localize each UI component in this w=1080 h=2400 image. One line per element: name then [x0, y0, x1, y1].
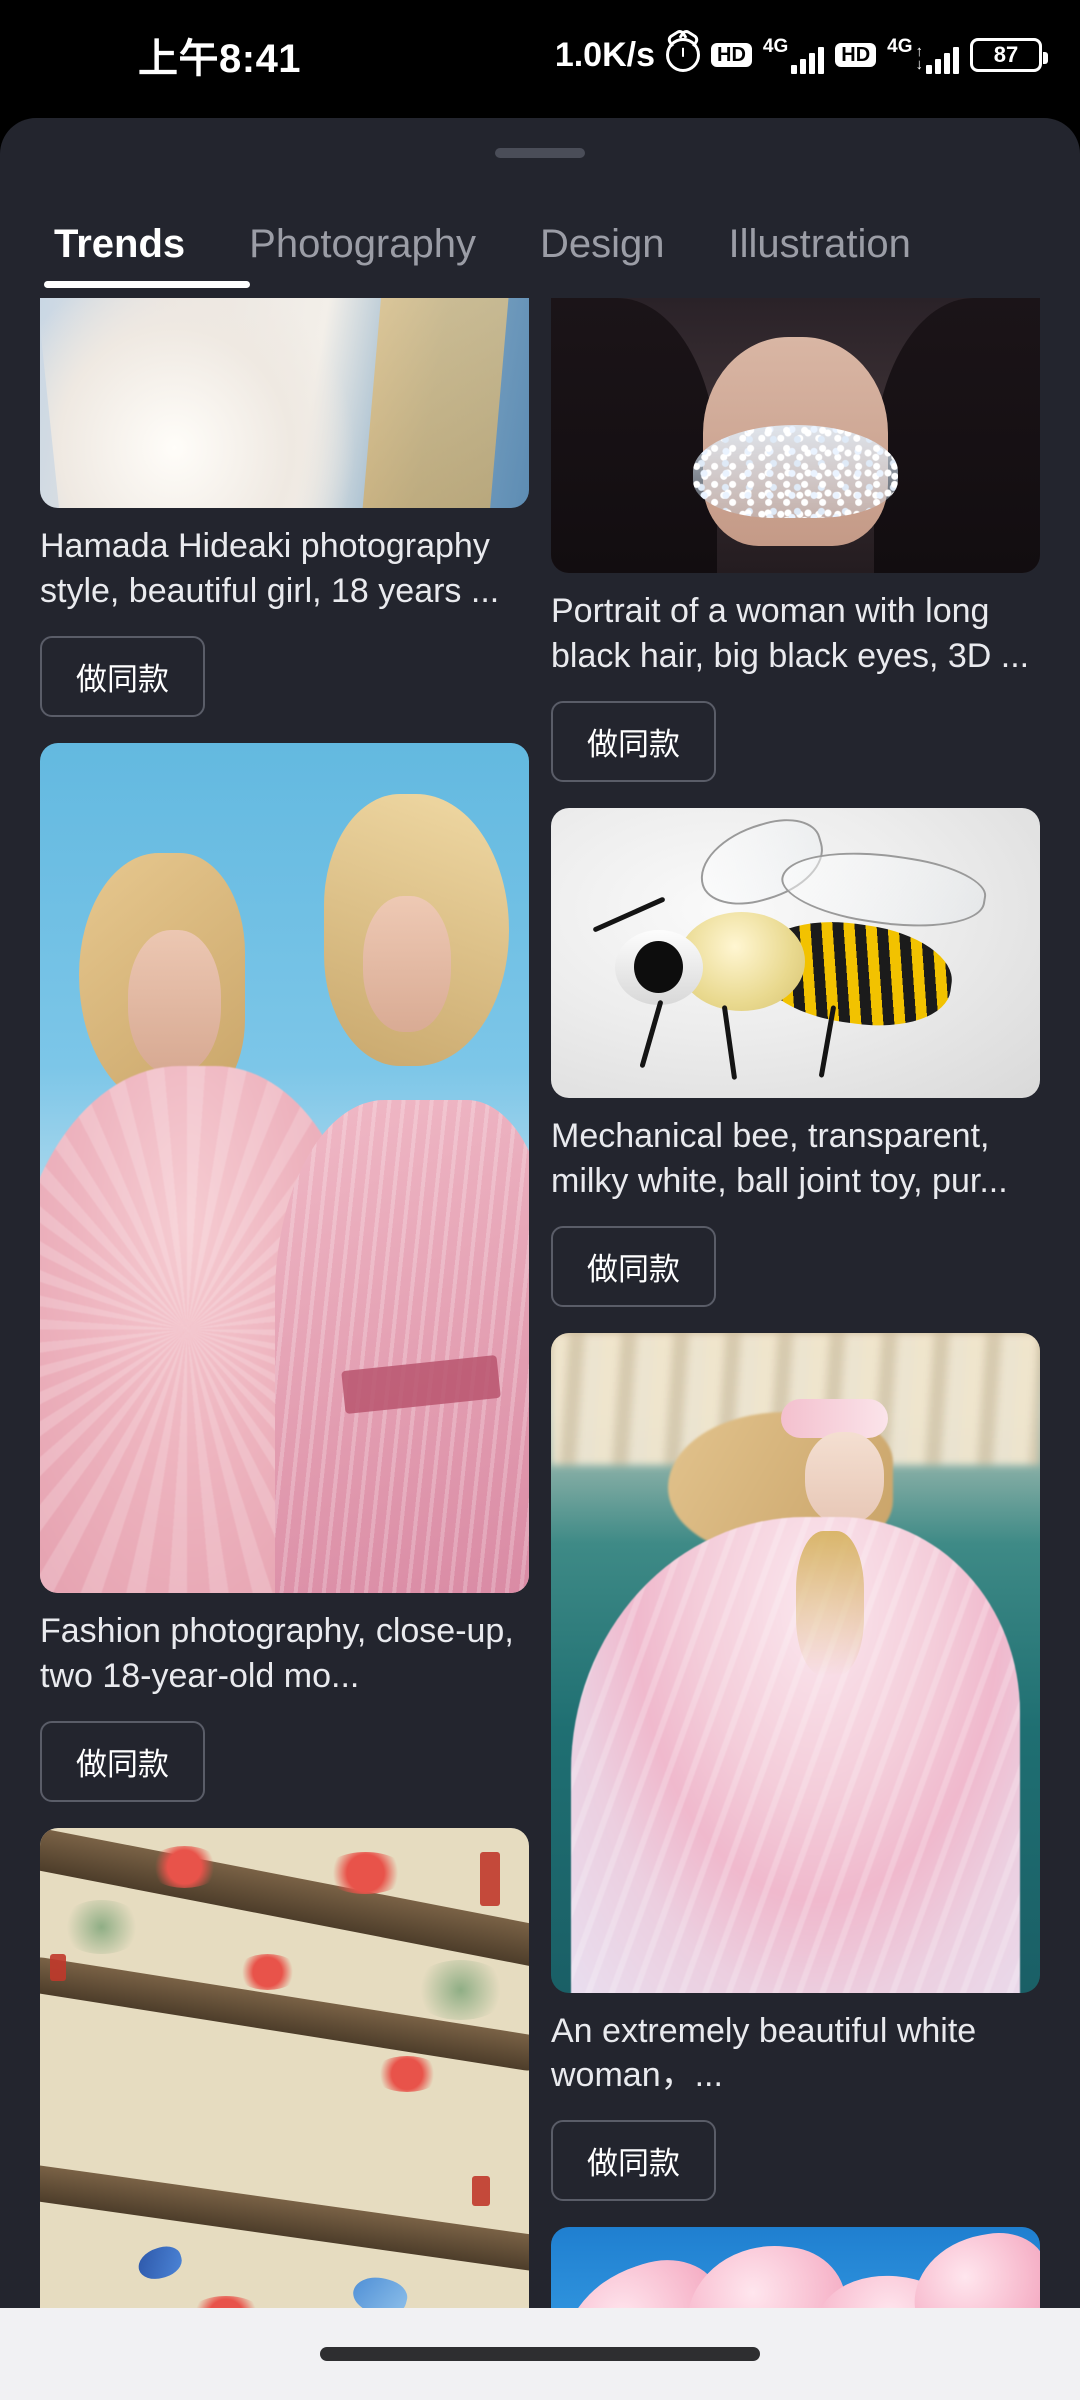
bottom-sheet-panel: Trends Photography Design Illustration Hama…: [0, 118, 1080, 2308]
battery-icon: 87: [970, 38, 1048, 72]
artwork-canvas: [40, 1827, 529, 2308]
signal-bars-icon-2: [926, 44, 959, 74]
card-caption: Mechanical bee, transparent, milky white…: [551, 1116, 1008, 1200]
underwater-woman-illustration[interactable]: [551, 1332, 1040, 1993]
make-similar-button[interactable]: 做同款: [551, 2120, 716, 2202]
tab-trends[interactable]: Trends: [22, 222, 217, 267]
status-bar: 上午8:41 1.0K/s HD 4G HD 4G ↑ ↓ 87: [0, 0, 1080, 110]
card-caption: Hamada Hideaki photography style, beauti…: [40, 527, 500, 610]
hd-badge-icon-2: HD: [835, 43, 877, 67]
active-tab-indicator: [44, 281, 250, 288]
status-time: 上午8:41: [138, 37, 302, 81]
woman-portrait-photo[interactable]: [551, 298, 1040, 573]
feed-card[interactable]: Mechanical bee, transparent, milky white…: [551, 807, 1040, 1307]
feed-card[interactable]: Fashion photography, close-up, two 18-ye…: [40, 742, 529, 1802]
feed-card[interactable]: [40, 1827, 529, 2308]
status-bar-right: 1.0K/s HD 4G HD 4G ↑ ↓ 87: [554, 35, 1048, 75]
mechanical-bee-photo[interactable]: [551, 807, 1040, 1098]
battery-percent-label: 87: [993, 42, 1019, 67]
make-similar-button[interactable]: 做同款: [40, 635, 205, 717]
system-navigation-bar: [0, 2308, 1080, 2400]
wedding-dress-photo[interactable]: [40, 298, 529, 508]
chinese-bird-branch-painting[interactable]: [40, 1827, 529, 2308]
data-transfer-arrows-icon: ↑ ↓: [915, 42, 924, 73]
signal-group-1: 4G: [762, 35, 825, 74]
feed-card[interactable]: An extremely beautiful white woman，... 做同…: [551, 1332, 1040, 2202]
home-indicator[interactable]: [320, 2347, 760, 2361]
artwork-canvas: [551, 2227, 1040, 2308]
phone-screen: 上午8:41 1.0K/s HD 4G HD 4G ↑ ↓ 87 Trends …: [0, 0, 1080, 2400]
make-similar-button[interactable]: 做同款: [551, 1225, 716, 1307]
tab-illustration[interactable]: Illustration: [697, 222, 943, 267]
feed-column-left: Hamada Hideaki photography style, beauti…: [40, 298, 529, 2308]
drag-handle[interactable]: [495, 148, 585, 158]
artwork-canvas: [40, 742, 529, 1593]
fashion-two-models-photo[interactable]: [40, 742, 529, 1593]
feed-card[interactable]: Portrait of a woman with long black hair…: [551, 298, 1040, 782]
tab-photography[interactable]: Photography: [217, 222, 508, 267]
network-speed: 1.0K/s: [554, 35, 655, 74]
feed-column-right: Portrait of a woman with long black hair…: [551, 298, 1040, 2308]
signal-group-2: 4G ↑ ↓: [887, 37, 959, 74]
image-feed-grid: Hamada Hideaki photography style, beauti…: [0, 298, 1080, 2308]
artwork-canvas: [551, 298, 1040, 573]
feed-card[interactable]: Hamada Hideaki photography style, beauti…: [40, 298, 529, 717]
cherry-blossom-photo[interactable]: [551, 2227, 1040, 2308]
make-similar-button[interactable]: 做同款: [551, 700, 716, 782]
artwork-canvas: [551, 1332, 1040, 1993]
card-caption: Portrait of a woman with long black hair…: [551, 592, 1030, 675]
alarm-clock-icon: [666, 38, 700, 72]
hd-badge-icon: HD: [711, 43, 752, 67]
tab-design[interactable]: Design: [508, 222, 697, 267]
artwork-canvas: [551, 807, 1040, 1098]
make-similar-button[interactable]: 做同款: [40, 1720, 205, 1802]
network-type-label: 4G: [762, 35, 789, 57]
artwork-canvas: [40, 298, 529, 508]
card-caption: Fashion photography, close-up, two 18-ye…: [40, 1611, 514, 1695]
feed-card[interactable]: [551, 2227, 1040, 2308]
status-bar-left: 上午8:41: [38, 26, 301, 84]
card-caption: An extremely beautiful white woman，...: [551, 2011, 977, 2095]
signal-bars-icon: [791, 44, 825, 74]
category-tab-bar: Trends Photography Design Illustration: [0, 196, 1080, 292]
network-type-label-2: 4G: [887, 35, 913, 57]
